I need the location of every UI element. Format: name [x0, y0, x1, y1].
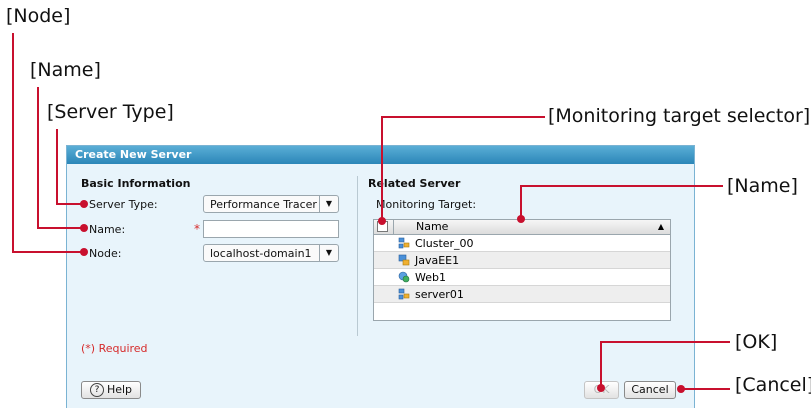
section-divider: [357, 176, 358, 336]
server-type-leader-line: [56, 203, 82, 205]
sort-ascending-icon: ▲: [657, 222, 664, 231]
name-right-leader-line: [520, 185, 723, 187]
monitoring-target-table: Name ▲ Cluster_00 JavaEE1 Web1 server01: [373, 219, 671, 321]
help-icon: ?: [89, 383, 104, 397]
server-type-label: Server Type:: [89, 198, 158, 211]
help-button-label: Help: [106, 383, 133, 396]
cancel-leader-line: [680, 388, 730, 390]
help-button[interactable]: ? Help: [81, 381, 141, 399]
required-star: *: [194, 222, 200, 236]
server-type-value: Performance Tracer: [210, 198, 317, 211]
node-leader-line: [12, 251, 82, 253]
chevron-down-icon: ▼: [319, 245, 338, 261]
name-marker-dot: [80, 224, 88, 232]
name-input[interactable]: [203, 220, 339, 238]
row-name: server01: [415, 288, 464, 301]
ok-leader-line: [600, 341, 730, 343]
column-header-name[interactable]: Name: [416, 220, 448, 234]
callout-node: [Node]: [6, 5, 71, 27]
chevron-down-icon: ▼: [319, 196, 338, 212]
name-leader-line: [37, 87, 39, 229]
name-right-leader-line: [520, 185, 522, 218]
monitoring-target-label: Monitoring Target:: [376, 198, 477, 211]
node-marker-dot: [80, 248, 88, 256]
callout-name-left: [Name]: [30, 59, 101, 81]
table-row[interactable]: server01: [374, 286, 670, 303]
cluster-icon: [398, 237, 410, 249]
web-server-icon: [398, 271, 410, 283]
monitoring-selector-leader-line: [381, 116, 383, 220]
table-row[interactable]: Web1: [374, 269, 670, 286]
name-leader-line: [37, 227, 82, 229]
required-note: (*) Required: [81, 342, 148, 355]
row-name: Web1: [415, 271, 446, 284]
node-value: localhost-domain1: [210, 247, 312, 260]
javaee-server-icon: [398, 254, 410, 266]
cluster-icon: [398, 288, 410, 300]
server-type-marker-dot: [80, 200, 88, 208]
callout-server-type: [Server Type]: [47, 101, 174, 123]
row-name: JavaEE1: [415, 254, 460, 267]
name-label: Name:: [89, 223, 126, 236]
ok-leader-line: [600, 341, 602, 386]
table-row[interactable]: JavaEE1: [374, 252, 670, 269]
row-name: Cluster_00: [415, 237, 474, 250]
ok-marker-dot: [597, 384, 605, 392]
cancel-marker-dot: [677, 385, 685, 393]
monitoring-selector-marker-dot: [378, 217, 386, 225]
basic-information-heading: Basic Information: [81, 177, 191, 190]
name-right-marker-dot: [517, 215, 525, 223]
header-separator: [393, 220, 394, 234]
node-leader-line: [12, 33, 14, 253]
node-label: Node:: [89, 247, 122, 260]
node-select[interactable]: localhost-domain1 ▼: [203, 244, 339, 262]
table-row[interactable]: Cluster_00: [374, 235, 670, 252]
callout-cancel: [Cancel]: [735, 374, 811, 396]
callout-monitoring-target-selector: [Monitoring target selector]: [548, 105, 811, 127]
monitoring-selector-leader-line: [381, 116, 545, 118]
cancel-button-label: Cancel: [631, 383, 669, 396]
server-type-select[interactable]: Performance Tracer ▼: [203, 195, 339, 213]
server-type-leader-line: [56, 129, 58, 205]
cancel-button[interactable]: Cancel: [624, 381, 676, 399]
callout-name-right: [Name]: [727, 175, 798, 197]
callout-ok: [OK]: [735, 331, 778, 353]
